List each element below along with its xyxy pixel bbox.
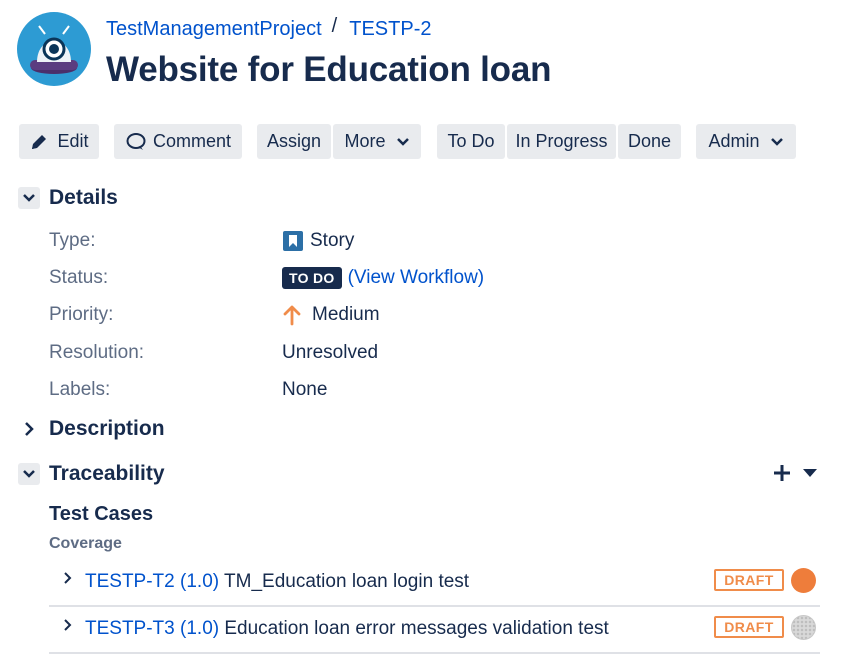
chevron-right-icon <box>18 418 40 440</box>
plus-icon[interactable] <box>771 462 793 484</box>
chevron-down-icon <box>18 187 40 209</box>
pencil-icon <box>32 134 47 149</box>
transition-done-button[interactable]: Done <box>618 124 681 159</box>
assign-button-label: Assign <box>266 131 322 151</box>
arrow-up-icon <box>283 305 301 326</box>
details-heading: Details <box>49 186 118 209</box>
comment-button[interactable]: Comment <box>114 124 242 159</box>
chevron-right-icon[interactable] <box>62 571 74 585</box>
priority-value: Medium <box>282 304 380 326</box>
story-icon <box>283 231 303 251</box>
test-case-key-link[interactable]: TESTP-T2 <box>85 571 175 592</box>
chevron-down-icon <box>18 463 40 485</box>
caret-down-icon[interactable] <box>802 467 818 479</box>
test-case-name: Education loan error messages validation… <box>224 618 609 639</box>
view-workflow-link[interactable]: View Workflow <box>354 267 478 289</box>
test-case-key-link[interactable]: TESTP-T3 <box>85 618 175 639</box>
type-value-text: Story <box>310 230 355 251</box>
test-cases-title: Test Cases <box>49 503 154 525</box>
breadcrumb: TestManagementProject / TESTP-2 <box>106 15 431 41</box>
admin-button[interactable]: Admin <box>696 124 796 159</box>
labels-label: Labels: <box>49 379 111 400</box>
admin-button-label: Admin <box>708 131 760 151</box>
chevron-right-icon[interactable] <box>62 618 74 632</box>
edit-button[interactable]: Edit <box>19 124 99 159</box>
breadcrumb-project-link[interactable]: TestManagementProject <box>106 18 322 40</box>
breadcrumb-separator: / <box>331 15 338 37</box>
project-avatar[interactable] <box>17 12 91 86</box>
edit-button-label: Edit <box>57 131 89 151</box>
test-result-indicator <box>791 568 816 593</box>
test-case-text: TESTP-T3 (1.0) Education loan error mess… <box>85 618 609 640</box>
chevron-down-icon <box>770 137 783 146</box>
comment-button-label: Comment <box>152 131 232 151</box>
in-progress-button-label: In Progress <box>515 131 608 151</box>
priority-label: Priority: <box>49 304 114 325</box>
transition-in-progress-button[interactable]: In Progress <box>507 124 616 159</box>
test-case-row[interactable]: TESTP-T2 (1.0) TM_Education loan login t… <box>49 559 820 607</box>
transition-todo-button[interactable]: To Do <box>437 124 505 159</box>
todo-button-label: To Do <box>447 131 495 151</box>
priority-value-text: Medium <box>312 304 380 325</box>
test-case-version[interactable]: (1.0) <box>180 571 219 592</box>
resolution-value: Unresolved <box>282 342 379 363</box>
status-value: TO DO (View Workflow) <box>282 267 484 289</box>
more-button[interactable]: More <box>333 124 421 159</box>
test-case-text: TESTP-T2 (1.0) TM_Education loan login t… <box>85 571 469 593</box>
status-badge: DRAFT <box>714 616 784 638</box>
status-badge: DRAFT <box>714 569 784 591</box>
resolution-label: Resolution: <box>49 342 145 363</box>
page-title: Website for Education loan <box>106 50 552 89</box>
test-case-version[interactable]: (1.0) <box>180 618 219 639</box>
test-result-indicator <box>791 615 816 640</box>
labels-value: None <box>282 379 328 400</box>
type-value: Story <box>282 230 354 252</box>
details-section-toggle[interactable]: Details <box>18 186 118 210</box>
traceability-heading: Traceability <box>49 462 165 485</box>
view-workflow-close-paren: ) <box>477 267 485 288</box>
comment-icon <box>126 132 146 150</box>
traceability-section-toggle[interactable]: Traceability <box>18 462 165 486</box>
done-button-label: Done <box>627 131 672 151</box>
description-heading: Description <box>49 417 165 440</box>
assign-button[interactable]: Assign <box>257 124 331 159</box>
status-label: Status: <box>49 267 109 288</box>
status-badge: TO DO <box>282 267 342 289</box>
chevron-down-icon <box>396 137 409 146</box>
more-button-label: More <box>344 131 386 151</box>
coverage-label: Coverage <box>49 535 122 552</box>
breadcrumb-issue-link[interactable]: TESTP-2 <box>349 18 431 40</box>
type-label: Type: <box>49 230 96 251</box>
description-section-toggle[interactable]: Description <box>18 417 165 441</box>
test-case-name: TM_Education loan login test <box>224 571 470 592</box>
test-case-row[interactable]: TESTP-T3 (1.0) Education loan error mess… <box>49 606 820 654</box>
